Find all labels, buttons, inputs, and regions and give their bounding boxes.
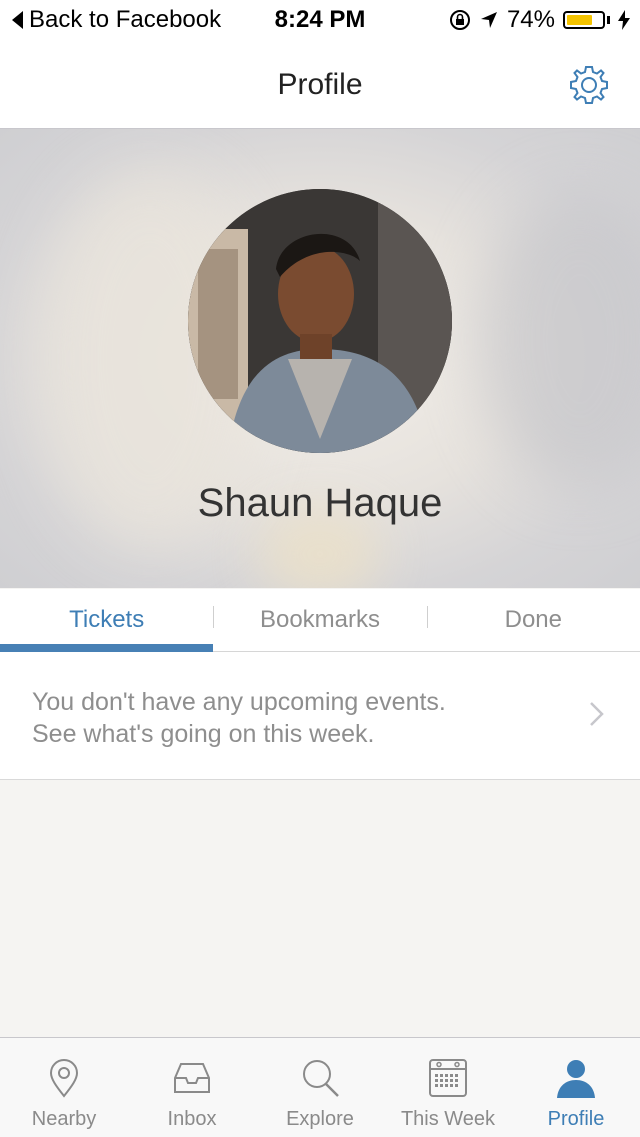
navigation-bar: Profile — [0, 40, 640, 129]
tab-bar-label: Inbox — [167, 1108, 217, 1130]
tab-divider — [213, 606, 214, 628]
profile-header: Shaun Haque — [0, 129, 640, 588]
status-bar: Back to Facebook 8:24 PM 74% — [0, 0, 640, 40]
tab-tickets[interactable]: Tickets — [0, 589, 214, 652]
empty-message-line: You don't have any upcoming events. — [32, 688, 446, 716]
charging-bolt-icon — [618, 10, 630, 30]
tab-bar-item-explore[interactable]: Explore — [256, 1038, 384, 1137]
bottom-tab-bar: Nearby Inbox Explore This Week Profile — [0, 1037, 640, 1137]
battery-cap — [607, 16, 610, 24]
tab-divider — [427, 606, 428, 628]
battery-fill — [567, 15, 593, 25]
location-arrow-icon — [480, 12, 497, 28]
profile-tabs: Tickets Bookmarks Done — [0, 589, 640, 652]
calendar-icon — [429, 1059, 467, 1097]
status-indicators: 74% — [449, 6, 630, 34]
profile-name: Shaun Haque — [197, 481, 443, 525]
page-title: Profile — [277, 68, 363, 101]
gear-icon[interactable] — [568, 64, 610, 106]
tab-bar-item-nearby[interactable]: Nearby — [0, 1038, 128, 1137]
tab-bar-item-inbox[interactable]: Inbox — [128, 1038, 256, 1137]
rotation-lock-icon — [449, 10, 470, 30]
tab-bookmarks[interactable]: Bookmarks — [213, 589, 426, 651]
search-icon — [303, 1060, 339, 1097]
tab-label: Tickets — [69, 606, 145, 633]
tab-bar-label: Nearby — [31, 1108, 97, 1130]
tab-bar-item-profile[interactable]: Profile — [512, 1038, 640, 1137]
battery-icon — [563, 11, 605, 29]
empty-message-line: See what's going on this week. — [32, 720, 375, 748]
background-blur — [480, 189, 640, 489]
chevron-right-icon — [590, 702, 604, 726]
tab-done[interactable]: Done — [427, 589, 640, 651]
avatar[interactable] — [188, 189, 452, 453]
empty-message: You don't have any upcoming events. See … — [32, 686, 446, 750]
tab-bar-label: This Week — [400, 1108, 496, 1130]
tab-bar-item-this-week[interactable]: This Week — [384, 1038, 512, 1137]
tab-label: Done — [504, 606, 562, 633]
avatar-photo — [188, 189, 452, 453]
tab-bar-label: Explore — [286, 1108, 354, 1130]
map-pin-icon — [49, 1059, 79, 1098]
tab-label: Bookmarks — [259, 606, 381, 633]
person-icon — [557, 1060, 595, 1098]
tab-bar-label: Profile — [547, 1108, 605, 1130]
battery-percent: 74% — [506, 6, 555, 33]
inbox-tray-icon — [174, 1063, 210, 1093]
upcoming-events-empty-row[interactable]: You don't have any upcoming events. See … — [0, 652, 640, 780]
